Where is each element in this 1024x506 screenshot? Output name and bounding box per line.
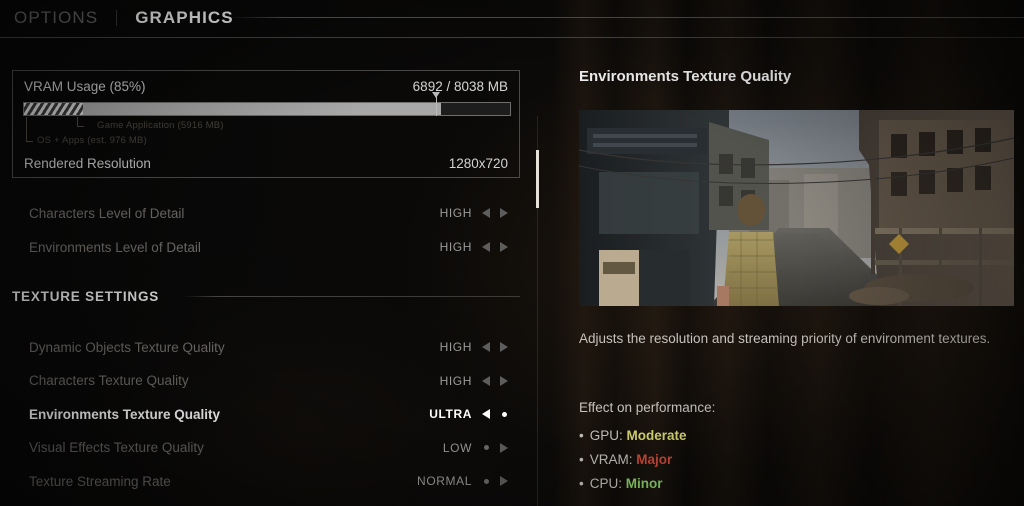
setting-row[interactable]: Visual Effects Texture Quality LOW bbox=[29, 436, 516, 460]
vram-os-leader-line bbox=[26, 117, 33, 142]
effect-name: CPU: bbox=[589, 476, 626, 491]
increase-arrow-icon[interactable] bbox=[500, 442, 508, 453]
vram-bar-segment-os bbox=[24, 103, 83, 115]
increase-disabled-dot-icon bbox=[501, 411, 507, 417]
setting-value: HIGH bbox=[439, 340, 472, 354]
vram-usage-label: VRAM Usage (85%) bbox=[24, 79, 146, 94]
tab-graphics[interactable]: GRAPHICS bbox=[135, 5, 252, 31]
effect-item: • GPU: Moderate bbox=[579, 424, 687, 448]
setting-row[interactable]: Dynamic Objects Texture Quality HIGH bbox=[29, 335, 516, 359]
vram-bar-total-marker bbox=[432, 92, 440, 116]
header-accent-rule bbox=[229, 17, 1024, 18]
setting-value: HIGH bbox=[439, 206, 472, 220]
effect-value: Major bbox=[636, 452, 673, 467]
setting-label: Environments Level of Detail bbox=[29, 239, 201, 255]
street-scene-illustration bbox=[579, 110, 1014, 306]
effect-value: Moderate bbox=[626, 428, 687, 443]
tab-bar: OPTIONS GRAPHICS bbox=[14, 5, 252, 31]
increase-arrow-icon[interactable] bbox=[500, 342, 508, 352]
bullet-icon: • bbox=[579, 428, 584, 443]
tab-options[interactable]: OPTIONS bbox=[14, 5, 116, 31]
decrease-arrow-icon[interactable] bbox=[482, 208, 490, 218]
setting-description: Adjusts the resolution and streaming pri… bbox=[579, 331, 991, 346]
decrease-arrow-icon[interactable] bbox=[482, 342, 490, 352]
bullet-icon: • bbox=[579, 476, 584, 491]
settings-panel: VRAM Usage (85%) 6892 / 8038 MB Game App… bbox=[0, 38, 545, 506]
graphics-options-screen: OPTIONS GRAPHICS VRAM Usage (85%) 6892 /… bbox=[0, 0, 1024, 506]
setting-row[interactable]: Characters Texture Quality HIGH bbox=[29, 369, 516, 393]
setting-label: Texture Streaming Rate bbox=[29, 473, 171, 489]
setting-row[interactable]: Environments Level of Detail HIGH bbox=[29, 235, 516, 259]
detail-panel: Environments Texture Quality Adjusts the… bbox=[562, 38, 1024, 506]
setting-arrows bbox=[482, 375, 516, 386]
setting-arrows bbox=[482, 208, 516, 218]
bullet-icon: • bbox=[579, 452, 584, 467]
tab-separator bbox=[116, 10, 118, 26]
setting-value: NORMAL bbox=[417, 474, 472, 488]
vram-usage-bar bbox=[23, 92, 511, 116]
setting-label: Characters Level of Detail bbox=[29, 205, 185, 221]
vram-usage-value: 6892 / 8038 MB bbox=[412, 79, 508, 94]
setting-arrows bbox=[482, 409, 516, 419]
setting-value: LOW bbox=[442, 440, 472, 455]
setting-arrows bbox=[482, 342, 516, 352]
setting-preview-image bbox=[579, 110, 1014, 306]
setting-label: Dynamic Objects Texture Quality bbox=[29, 339, 225, 355]
detail-title: Environments Texture Quality bbox=[579, 68, 792, 85]
header: OPTIONS GRAPHICS bbox=[0, 0, 1024, 38]
setting-row[interactable]: Texture Streaming Rate NORMAL bbox=[29, 469, 516, 493]
effect-item: • VRAM: Major bbox=[579, 448, 687, 472]
effect-item: • CPU: Minor bbox=[579, 472, 687, 496]
decrease-arrow-icon[interactable] bbox=[482, 375, 490, 386]
setting-label: Environments Texture Quality bbox=[29, 406, 221, 422]
effect-name: GPU: bbox=[589, 428, 627, 443]
decrease-disabled-dot-icon bbox=[483, 478, 489, 484]
rendered-resolution-row: Rendered Resolution 1280x720 bbox=[24, 156, 508, 171]
setting-value: HIGH bbox=[439, 240, 472, 254]
increase-arrow-icon[interactable] bbox=[500, 375, 508, 386]
setting-arrows bbox=[482, 242, 516, 252]
effect-name: VRAM: bbox=[589, 452, 637, 467]
section-rule bbox=[183, 295, 520, 297]
setting-row[interactable]: Characters Level of Detail HIGH bbox=[29, 201, 516, 225]
setting-label: Characters Texture Quality bbox=[29, 373, 189, 388]
decrease-arrow-icon[interactable] bbox=[482, 242, 490, 252]
vram-game-segment-label: Game Application (5916 MB) bbox=[97, 120, 224, 131]
rendered-resolution-label: Rendered Resolution bbox=[24, 156, 151, 171]
vram-game-leader-line bbox=[77, 117, 84, 127]
setting-label: Visual Effects Texture Quality bbox=[29, 440, 204, 455]
vram-os-segment-label: OS + Apps (est. 976 MB) bbox=[37, 135, 147, 146]
increase-arrow-icon[interactable] bbox=[500, 208, 508, 218]
increase-arrow-icon[interactable] bbox=[500, 476, 508, 486]
texture-settings-section-header: TEXTURE SETTINGS bbox=[12, 286, 520, 306]
vram-bar-segment-game bbox=[83, 103, 441, 115]
increase-arrow-icon[interactable] bbox=[500, 242, 508, 252]
setting-arrows bbox=[482, 476, 516, 486]
setting-row[interactable]: Environments Texture Quality ULTRA bbox=[29, 402, 516, 426]
scrollbar-thumb[interactable] bbox=[536, 150, 539, 208]
setting-value: ULTRA bbox=[429, 407, 472, 421]
decrease-disabled-dot-icon bbox=[483, 445, 489, 450]
setting-arrows bbox=[482, 442, 516, 453]
setting-value: HIGH bbox=[439, 373, 472, 388]
effect-on-performance-list: • GPU: Moderate • VRAM: Major • CPU: Minor bbox=[579, 424, 687, 496]
rendered-resolution-value: 1280x720 bbox=[448, 156, 508, 171]
decrease-arrow-icon[interactable] bbox=[482, 409, 490, 419]
section-title: TEXTURE SETTINGS bbox=[12, 288, 160, 304]
effect-on-performance-heading: Effect on performance: bbox=[579, 400, 716, 415]
effect-value: Minor bbox=[625, 476, 663, 491]
vram-usage-box: VRAM Usage (85%) 6892 / 8038 MB Game App… bbox=[12, 70, 520, 178]
